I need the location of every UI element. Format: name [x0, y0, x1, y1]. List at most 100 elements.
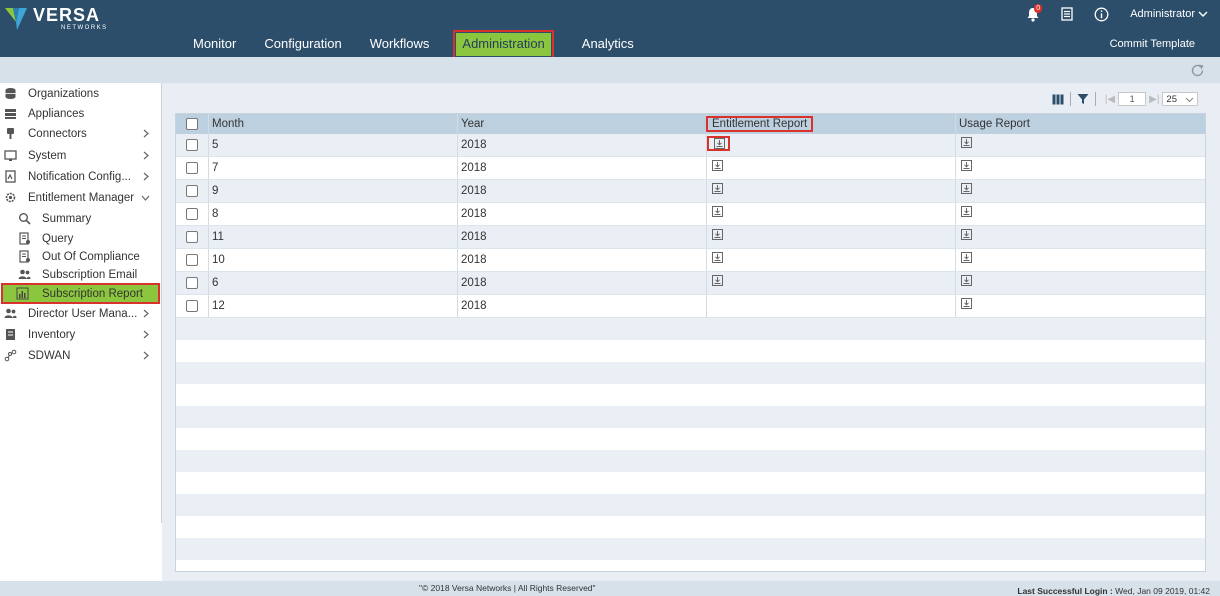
table-row[interactable]: 10 2018	[176, 249, 1205, 272]
nav-analytics[interactable]: Analytics	[569, 32, 647, 56]
chevron-right-icon	[143, 330, 149, 339]
versa-logo[interactable]: VERSA NETWORKS	[5, 6, 108, 31]
sidebar-item-query[interactable]: Query	[0, 229, 160, 248]
entitlement-report-cell	[706, 272, 955, 294]
download-icon[interactable]	[712, 160, 723, 171]
user-menu[interactable]: Administrator	[1130, 8, 1208, 20]
subscription-report-table: Month Year Entitlement Report Usage Repo…	[175, 113, 1206, 572]
connectors-icon	[7, 128, 14, 139]
sidebar-item-appliances[interactable]: Appliances	[0, 104, 160, 123]
grid-toolbar: |◀ 1 ▶| 25	[1052, 92, 1198, 106]
column-header-entitlement-report[interactable]: Entitlement Report	[705, 114, 955, 134]
top-header: VERSA NETWORKS 0 Administrator Monitor C…	[0, 0, 1220, 59]
select-all-checkbox[interactable]	[186, 118, 198, 130]
sidebar-item-label: Query	[42, 232, 74, 245]
month-cell: 10	[208, 249, 457, 271]
empty-row	[176, 406, 1205, 428]
row-checkbox[interactable]	[186, 185, 198, 197]
chevron-down-icon	[1198, 11, 1208, 17]
year-cell: 2018	[457, 203, 706, 225]
table-row[interactable]: 6 2018	[176, 272, 1205, 295]
chevron-right-icon	[143, 172, 149, 181]
nav-configuration[interactable]: Configuration	[251, 32, 354, 56]
nav-administration[interactable]: Administration	[453, 30, 554, 59]
usage-report-cell	[955, 249, 1205, 271]
month-cell: 6	[208, 272, 457, 294]
download-icon[interactable]	[712, 275, 723, 286]
columns-icon[interactable]	[1052, 94, 1064, 105]
download-icon[interactable]	[961, 160, 972, 171]
header-checkbox-cell	[176, 114, 208, 134]
download-icon[interactable]	[961, 252, 972, 263]
row-checkbox-cell	[176, 157, 208, 179]
page-size-select[interactable]: 25	[1162, 92, 1198, 106]
page-number-input[interactable]: 1	[1118, 92, 1147, 106]
sidebar-item-subscription-email[interactable]: Subscription Email	[0, 265, 160, 284]
notification-config-icon	[5, 170, 16, 183]
table-row[interactable]: 8 2018	[176, 203, 1205, 226]
refresh-icon[interactable]	[1190, 63, 1205, 78]
sidebar-item-system[interactable]: System	[0, 146, 160, 165]
empty-row	[176, 428, 1205, 450]
first-page-icon[interactable]: |◀	[1105, 94, 1115, 105]
last-page-icon[interactable]: ▶|	[1149, 94, 1159, 105]
toolbar-divider	[1069, 92, 1071, 106]
download-icon[interactable]	[712, 183, 723, 194]
sidebar-item-summary[interactable]: Summary	[0, 209, 160, 228]
filter-icon[interactable]	[1077, 93, 1089, 105]
entitlement-report-cell	[706, 249, 955, 271]
header-right-tools: 0 Administrator	[1024, 4, 1208, 23]
row-checkbox[interactable]	[186, 162, 198, 174]
row-checkbox[interactable]	[186, 277, 198, 289]
empty-row	[176, 516, 1205, 538]
column-header-year[interactable]: Year	[457, 114, 706, 134]
table-row[interactable]: 9 2018	[176, 180, 1205, 203]
column-header-usage-report[interactable]: Usage Report	[955, 114, 1205, 134]
sidebar-item-director-user-management[interactable]: Director User Mana...	[0, 304, 160, 323]
notification-count-badge: 0	[1034, 4, 1043, 13]
sidebar-item-subscription-report[interactable]: Subscription Report	[1, 283, 160, 304]
nav-workflows[interactable]: Workflows	[357, 32, 443, 56]
download-icon[interactable]	[961, 275, 972, 286]
download-icon[interactable]	[712, 252, 723, 263]
download-icon[interactable]	[961, 229, 972, 240]
sidebar-item-organizations[interactable]: Organizations	[0, 84, 160, 103]
entitlement-download-link[interactable]	[707, 136, 730, 151]
sidebar-item-sdwan[interactable]: SDWAN	[0, 346, 160, 365]
sidebar-item-notification-config[interactable]: Notification Config...	[0, 167, 160, 186]
row-checkbox-cell	[176, 226, 208, 248]
notifications-bell-icon[interactable]: 0	[1024, 4, 1043, 23]
column-header-month[interactable]: Month	[208, 114, 457, 134]
commit-template-link[interactable]: Commit Template	[1110, 38, 1195, 50]
table-row[interactable]: 5 2018	[176, 134, 1205, 157]
appliances-icon	[5, 109, 16, 119]
info-icon[interactable]	[1092, 5, 1110, 23]
sidebar-item-connectors[interactable]: Connectors	[0, 124, 160, 143]
download-icon[interactable]	[961, 298, 972, 309]
year-cell: 2018	[457, 134, 706, 156]
row-checkbox[interactable]	[186, 300, 198, 312]
entitlement-report-cell	[706, 203, 955, 225]
sidebar-item-entitlement-manager[interactable]: Entitlement Manager	[0, 188, 160, 207]
row-checkbox[interactable]	[186, 231, 198, 243]
sidebar-item-out-of-compliance[interactable]: Out Of Compliance	[0, 247, 160, 266]
row-checkbox[interactable]	[186, 139, 198, 151]
table-row[interactable]: 11 2018	[176, 226, 1205, 249]
download-icon[interactable]	[712, 206, 723, 217]
nav-monitor[interactable]: Monitor	[180, 32, 249, 56]
sidebar-item-label: Organizations	[28, 87, 99, 100]
table-row[interactable]: 7 2018	[176, 157, 1205, 180]
row-checkbox-cell	[176, 180, 208, 202]
download-icon[interactable]	[961, 183, 972, 194]
sidebar-item-label: Director User Mana...	[28, 307, 138, 320]
versa-logo-icon	[5, 8, 27, 30]
table-row[interactable]: 12 2018	[176, 295, 1205, 318]
tasks-list-icon[interactable]	[1058, 5, 1076, 23]
sidebar-item-inventory[interactable]: Inventory	[0, 325, 160, 344]
download-icon[interactable]	[961, 206, 972, 217]
download-icon[interactable]	[712, 229, 723, 240]
row-checkbox[interactable]	[186, 254, 198, 266]
main-navigation: Monitor Configuration Workflows Administ…	[180, 30, 649, 59]
download-icon[interactable]	[961, 137, 972, 148]
row-checkbox[interactable]	[186, 208, 198, 220]
